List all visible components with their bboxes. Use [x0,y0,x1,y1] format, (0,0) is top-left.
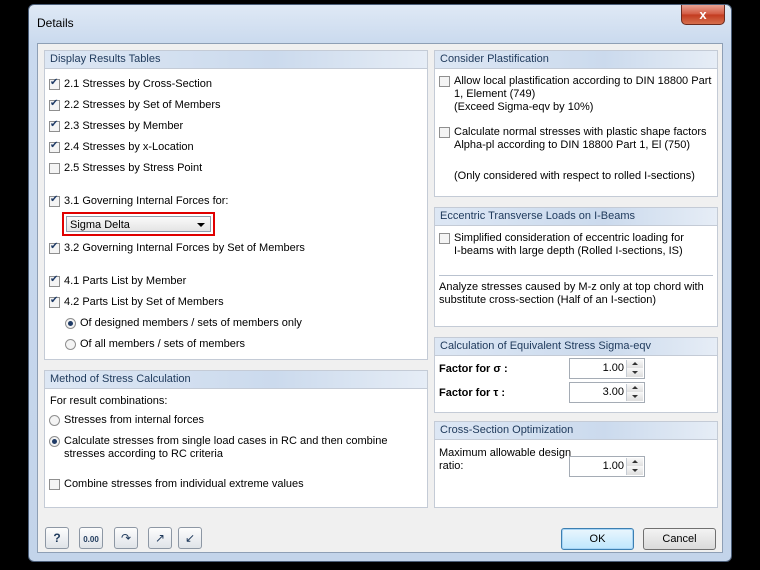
radio-internal-forces[interactable] [49,415,60,426]
eccentric-line2: I-beams with large depth (Rolled I-secti… [454,245,683,257]
checkbox-2-1-label: 2.1 Stresses by Cross-Section [64,78,212,90]
radio-internal-forces-label: Stresses from internal forces [64,414,204,426]
radio-single-load-cases[interactable] [49,436,60,447]
tau-factor-label: Factor for τ : [439,387,506,399]
details-dialog: Details x Display Results Tables 2.1 Str… [28,4,732,562]
design-ratio-value: 1.00 [602,460,624,472]
checkbox-4-1-label: 4.1 Parts List by Member [64,275,187,287]
eccentric-note-line2: substitute cross-section (Half of an I-s… [439,294,657,306]
sigma-factor-stepper[interactable]: 1.00 [569,358,645,379]
radio-single-load-cases-label-1: Calculate stresses from single load case… [64,435,388,447]
import-button[interactable]: ↙ [178,527,202,549]
optimization-group: Cross-Section Optimization Maximum allow… [434,421,718,508]
radio-designed-members-label: Of designed members / sets of members on… [80,317,302,329]
design-ratio-decrement-button[interactable] [627,466,643,475]
radio-all-members[interactable] [65,339,76,350]
close-button[interactable]: x [681,5,725,25]
export-button[interactable]: ↗ [148,527,172,549]
tau-stepper-arrows [626,384,643,401]
checkbox-2-5-label: 2.5 Stresses by Stress Point [64,162,203,174]
plastification-note: (Only considered with respect to rolled … [454,170,695,182]
local-plastification-line1: Allow local plastification according to … [454,75,712,87]
checkbox-2-2[interactable] [49,98,60,111]
dialog-client: Display Results Tables 2.1 Stresses by C… [37,43,723,553]
checkbox-2-3-label: 2.3 Stresses by Member [64,120,184,132]
radio-single-load-cases-label-2: stresses according to RC criteria [64,448,223,460]
tau-factor-stepper[interactable]: 3.00 [569,382,645,403]
decimal-places-icon: 0.00 [83,535,99,544]
plastic-shape-line1: Calculate normal stresses with plastic s… [454,126,707,138]
method-intro: For result combinations: [50,395,168,407]
checkbox-2-3[interactable] [49,119,60,132]
checkbox-2-1[interactable] [49,77,60,90]
checkbox-combine-extremes-label: Combine stresses from individual extreme… [64,478,304,490]
checkbox-2-4-label: 2.4 Stresses by x-Location [64,141,194,153]
units-button[interactable]: ↷ [114,527,138,549]
optimization-label-line2: ratio: [439,460,464,472]
method-group: Method of Stress Calculation For result … [44,370,428,508]
checkbox-plastic-shape-factors[interactable] [439,127,450,138]
eccentric-note-line1: Analyze stresses caused by M-z only at t… [439,281,704,293]
plastification-group: Consider Plastification Allow local plas… [434,50,718,197]
checkbox-combine-extremes[interactable] [49,479,60,490]
checkbox-2-2-label: 2.2 Stresses by Set of Members [64,99,221,111]
local-plastification-line2: 1, Element (749) [454,88,536,100]
checkbox-3-1-label: 3.1 Governing Internal Forces for: [64,195,229,207]
cancel-button[interactable]: Cancel [643,528,716,550]
eccentric-header: Eccentric Transverse Loads on I-Beams [435,208,717,226]
method-header: Method of Stress Calculation [45,371,427,389]
chevron-down-icon [197,223,205,227]
dialog-title: Details [37,16,74,30]
local-plastification-line3: (Exceed Sigma-eqv by 10%) [454,101,594,113]
radio-designed-members[interactable] [65,318,76,329]
checkbox-3-1[interactable] [49,194,60,207]
sigma-stepper-arrows [626,360,643,377]
optimization-header: Cross-Section Optimization [435,422,717,440]
sigma-decrement-button[interactable] [627,368,643,377]
radio-all-members-label: Of all members / sets of members [80,338,246,350]
help-icon: ? [53,531,61,545]
sigma-factor-label: Factor for σ : [439,363,508,375]
checkbox-2-4[interactable] [49,140,60,153]
optimization-label-line1: Maximum allowable design [439,447,572,459]
units-icon: ↷ [120,531,132,545]
checkbox-4-2-label: 4.2 Parts List by Set of Members [64,296,224,308]
checkbox-2-5[interactable] [49,163,60,174]
checkbox-4-1[interactable] [49,274,60,287]
sigma-factor-value: 1.00 [602,362,624,374]
governing-select-highlight: Sigma Delta [62,212,215,236]
plastic-shape-line2: Alpha-pl according to DIN 18800 Part 1, … [454,139,691,151]
equivalent-stress-header: Calculation of Equivalent Stress Sigma-e… [435,338,717,356]
tau-decrement-button[interactable] [627,392,643,401]
equivalent-stress-group: Calculation of Equivalent Stress Sigma-e… [434,337,718,413]
import-icon: ↙ [184,531,196,545]
help-button[interactable]: ? [45,527,69,549]
checkbox-local-plastification[interactable] [439,76,450,87]
design-ratio-stepper[interactable]: 1.00 [569,456,645,477]
governing-forces-select[interactable]: Sigma Delta [66,216,211,232]
display-results-header: Display Results Tables [45,51,427,69]
design-ratio-arrows [626,458,643,475]
plastification-header: Consider Plastification [435,51,717,69]
eccentric-line1: Simplified consideration of eccentric lo… [454,232,684,244]
eccentric-group: Eccentric Transverse Loads on I-Beams Si… [434,207,718,327]
checkbox-4-2[interactable] [49,295,60,308]
display-results-group: Display Results Tables 2.1 Stresses by C… [44,50,428,360]
ok-button[interactable]: OK [561,528,634,550]
checkbox-eccentric-loading[interactable] [439,233,450,244]
checkbox-3-2-label: 3.2 Governing Internal Forces by Set of … [64,242,305,254]
tau-factor-value: 3.00 [602,386,624,398]
eccentric-divider [439,275,713,276]
decimal-places-button[interactable]: 0.00 [79,527,103,549]
governing-forces-select-value: Sigma Delta [70,219,130,231]
checkbox-3-2[interactable] [49,241,60,254]
export-icon: ↗ [154,531,166,545]
